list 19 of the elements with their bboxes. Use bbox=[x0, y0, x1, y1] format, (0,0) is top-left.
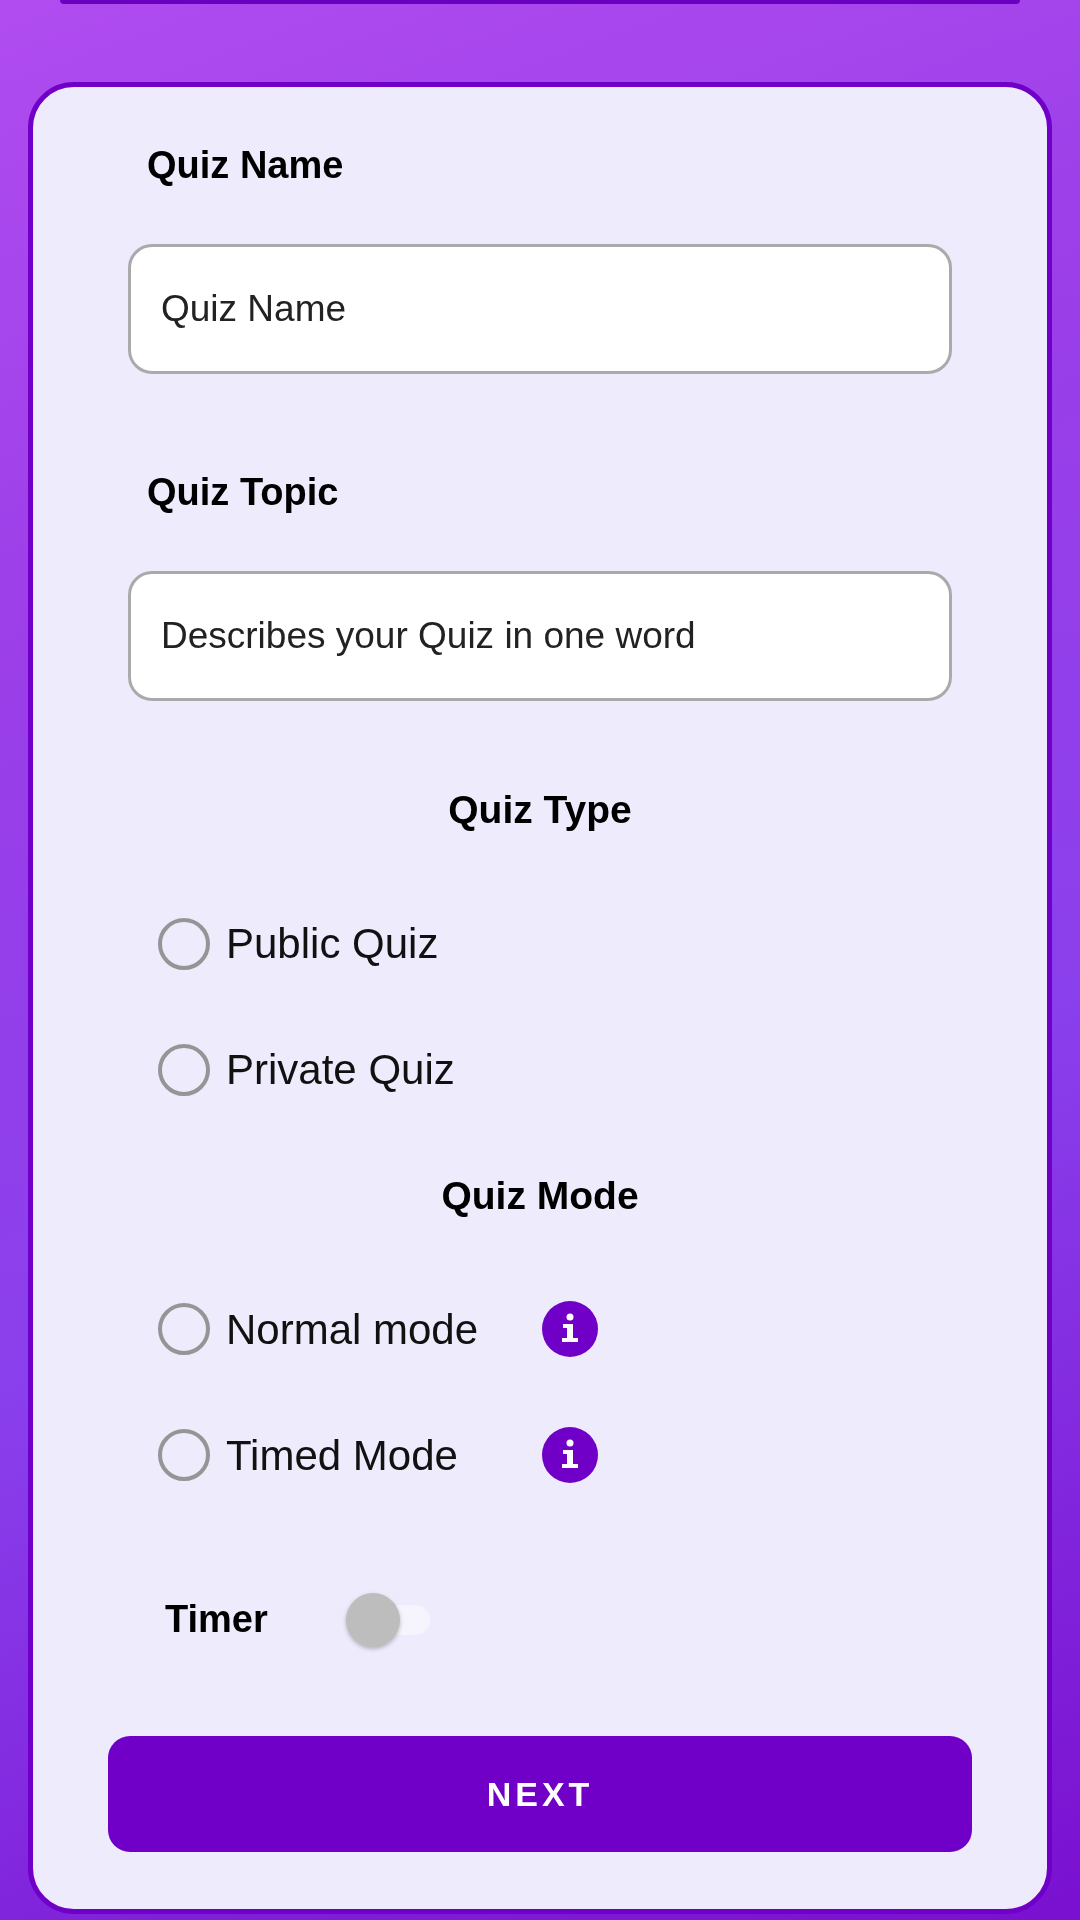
option-label[interactable]: Private Quiz bbox=[226, 1038, 516, 1101]
radio-button[interactable] bbox=[158, 1043, 210, 1096]
option-label[interactable]: Public Quiz bbox=[226, 912, 516, 975]
timer-label: Timer bbox=[165, 1597, 268, 1642]
option-label[interactable]: Timed Mode bbox=[226, 1423, 516, 1487]
section-title: Quiz Mode bbox=[440, 1172, 640, 1219]
text-field[interactable]: Describes your Quiz in one word bbox=[128, 571, 952, 701]
field-label: Quiz Topic bbox=[147, 470, 340, 515]
radio-button[interactable] bbox=[158, 917, 210, 970]
info-icon[interactable] bbox=[542, 1427, 598, 1483]
field-label: Quiz Name bbox=[147, 143, 345, 188]
radio-button[interactable] bbox=[158, 1429, 210, 1481]
option-label[interactable]: Normal mode bbox=[226, 1297, 516, 1361]
text-field[interactable]: Quiz Name bbox=[128, 244, 952, 374]
toggle-switch[interactable] bbox=[345, 1592, 430, 1647]
info-icon[interactable] bbox=[542, 1301, 598, 1357]
section-title: Quiz Type bbox=[447, 787, 633, 833]
next-button[interactable]: NEXT bbox=[108, 1736, 972, 1852]
radio-button[interactable] bbox=[158, 1303, 210, 1355]
